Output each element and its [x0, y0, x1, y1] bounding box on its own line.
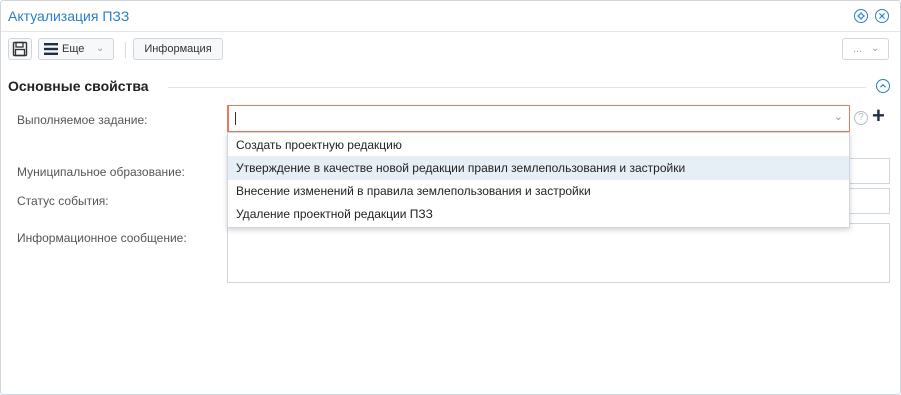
dropdown-option[interactable]: Внесение изменений в правила землепользо… [228, 179, 849, 203]
message-textarea[interactable] [227, 223, 890, 283]
dropdown-option[interactable]: Создать проектную редакцию [228, 133, 849, 157]
chevron-down-icon: ⌄ [871, 43, 880, 54]
dropdown-option[interactable]: Утверждение в качестве новой редакции пр… [228, 156, 849, 180]
overflow-label: ... [853, 43, 863, 55]
dropdown-option[interactable]: Удаление проектной редакции ПЗЗ [228, 202, 849, 226]
title-bar: Актуализация ПЗЗ [1, 1, 900, 32]
chevron-up-icon[interactable] [876, 79, 890, 93]
chevron-down-icon[interactable]: ⌄ [834, 110, 843, 123]
task-combobox[interactable]: ⌄ [227, 105, 850, 132]
hamburger-icon [44, 43, 58, 55]
municipality-label: Муниципальное образование: [17, 165, 185, 179]
section-divider [168, 87, 866, 88]
section-title: Основные свойства [8, 78, 149, 94]
status-label: Статус события: [17, 194, 109, 208]
info-button[interactable]: Информация [133, 38, 223, 60]
task-dropdown-list: Создать проектную редакцию Утверждение в… [227, 132, 850, 228]
toolbar-divider [125, 42, 126, 58]
text-cursor [235, 112, 236, 125]
plus-icon[interactable]: + [872, 105, 885, 127]
message-label: Информационное сообщение: [17, 231, 187, 245]
close-icon[interactable] [875, 9, 889, 23]
overflow-menu-button[interactable]: ... ⌄ [842, 38, 889, 60]
task-label: Выполняемое задание: [17, 113, 148, 127]
info-label: Информация [144, 43, 212, 55]
dialog-window: Актуализация ПЗЗ Еще ⌄ Информация ... ⌄ … [0, 0, 901, 395]
more-label: Еще [62, 43, 85, 55]
more-menu-button[interactable]: Еще ⌄ [38, 38, 114, 60]
window-title: Актуализация ПЗЗ [8, 8, 130, 24]
chevron-down-icon: ⌄ [96, 43, 105, 54]
save-button[interactable] [8, 38, 32, 60]
toolbar: Еще ⌄ Информация ... ⌄ [1, 32, 900, 66]
floppy-disk-icon [12, 41, 28, 57]
settings-icon[interactable] [854, 9, 868, 23]
help-icon[interactable]: ? [854, 111, 868, 125]
